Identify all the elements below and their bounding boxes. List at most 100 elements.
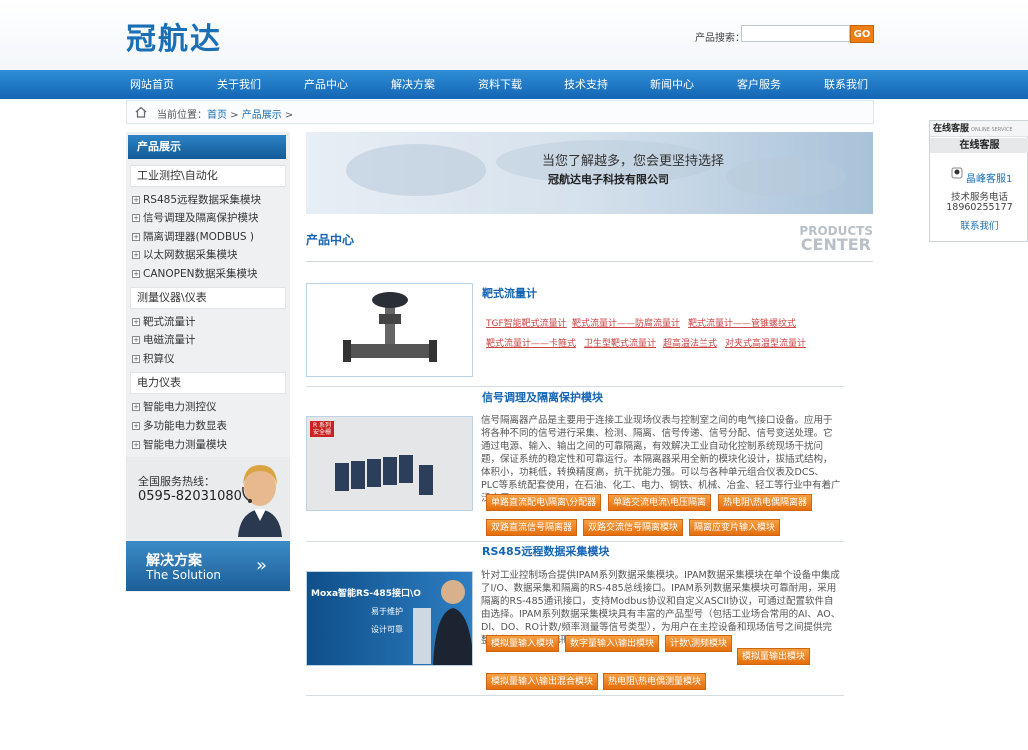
product-tag[interactable]: 数字量输入\输出模块 (565, 635, 660, 652)
service-subheader: 在线客服 (930, 138, 1028, 153)
sidebar-item-label: 以太网数据采集模块 (143, 249, 238, 261)
expand-plus-icon: + (132, 336, 140, 344)
product-tag[interactable]: 双路交流信号隔离模块 (583, 519, 684, 536)
section-title: 产品中心 (306, 233, 355, 247)
product-link[interactable]: 靶式流量计——管锥螺纹式 (688, 316, 796, 329)
product-link[interactable]: 靶式流量计——防腐流量计 (572, 316, 680, 329)
section-title-en: CENTER (800, 235, 871, 254)
sidebar-item[interactable]: + 积算仪 (132, 350, 175, 368)
breadcrumb-text: 当前位置：首页 > 产品展示 > (157, 106, 293, 121)
sidebar-item[interactable]: + CANOPEN数据采集模块 (132, 265, 257, 283)
section-header: 产品中心 PRODUCTS CENTER (306, 222, 873, 262)
product-tag[interactable]: 单路交流电流\电压隔离 (608, 494, 712, 511)
sidebar-category-power[interactable]: 电力仪表 (130, 372, 286, 394)
product-thumbnail[interactable]: Moxa智能RS-485接口\O 易于维护 设计可靠 (306, 571, 473, 666)
service-head-label: 在线客服 (933, 124, 970, 134)
sidebar-item-label: RS485远程数据采集模块 (143, 194, 262, 206)
banner-slogan: 当您了解越多，您会更坚持选择 (542, 154, 725, 169)
product-tag[interactable]: 计数\测频模块 (665, 635, 733, 652)
nav-item-service[interactable]: 客户服务 (719, 70, 799, 99)
sidebar-item[interactable]: + 智能电力测量模块 (132, 436, 227, 454)
service-phone-label: 技术服务电话 (950, 192, 1008, 203)
product-tag[interactable]: 热电阻\热电偶测量模块 (603, 673, 707, 690)
product-divider (306, 386, 844, 387)
sidebar-item-label: 智能电力测控仪 (143, 401, 217, 413)
nav-item-contact[interactable]: 联系我们 (806, 70, 886, 99)
service-head-en: ONLINE SERVICE (971, 127, 1013, 133)
sidebar-item[interactable]: + 多功能电力数显表 (132, 417, 227, 435)
service-agent-link[interactable]: 晶峰客服1 (966, 170, 1012, 185)
product-title[interactable]: 靶式流量计 (482, 285, 537, 301)
breadcrumb-home-link[interactable]: 首页 (207, 110, 227, 121)
product-link[interactable]: 卫生型靶式流量计 (584, 336, 656, 349)
hotline-label: 全国服务热线： (138, 475, 215, 488)
sidebar-category-instruments[interactable]: 测量仪器\仪表 (130, 287, 286, 309)
product-title[interactable]: RS485远程数据采集模块 (482, 543, 609, 559)
product-thumbnail[interactable] (306, 283, 473, 377)
sidebar-category-industrial[interactable]: 工业测控\自动化 (130, 165, 286, 187)
hotline-number: 0595-82031080 (138, 489, 242, 504)
search-go-button[interactable]: GO (850, 25, 874, 43)
expand-plus-icon: + (132, 270, 140, 278)
site-header: 冠航达 产品搜索： GO (0, 0, 1028, 70)
product-tag[interactable]: 模拟量输出模块 (737, 648, 811, 665)
sidebar-title: 产品展示 (128, 135, 286, 159)
product-tag[interactable]: 热电阻\热电偶隔离器 (718, 494, 813, 511)
qq-chat-icon (951, 167, 963, 179)
product-link[interactable]: TGF智能靶式流量计 (486, 316, 567, 329)
breadcrumb: 当前位置：首页 > 产品展示 > (126, 100, 874, 124)
main-nav: 网站首页 关于我们 产品中心 解决方案 资料下载 技术支持 新闻中心 客户服务 … (0, 70, 1028, 99)
product-tag[interactable]: 隔离应变片输入模块 (689, 519, 781, 536)
product-divider (306, 695, 844, 696)
sidebar-item-label: 积算仪 (143, 353, 175, 365)
sidebar-item[interactable]: + 靶式流量计 (132, 313, 196, 331)
online-service-panel: 在线客服 ONLINE SERVICE 在线客服 晶峰客服1 技术服务电话 189… (929, 120, 1028, 242)
nav-item-downloads[interactable]: 资料下载 (460, 70, 540, 99)
service-contact-link[interactable]: 联系我们 (930, 218, 1028, 232)
product-tag[interactable]: 模拟量输入模块 (486, 635, 560, 652)
sidebar-item[interactable]: + 信号调理及隔离保护模块 (132, 209, 259, 227)
product-link[interactable]: 靶式流量计——卡箍式 (486, 336, 576, 349)
sidebar-item[interactable]: + 隔离调理器(MODBUS ) (132, 228, 254, 246)
support-agent-avatar (238, 465, 282, 537)
solution-banner[interactable]: 解决方案 The Solution » (126, 541, 290, 591)
product-tag[interactable]: 模拟量输入\输出混合模块 (486, 673, 599, 690)
thumbnail-caption: 易于维护 (371, 607, 403, 616)
nav-item-support[interactable]: 技术支持 (546, 70, 626, 99)
nav-item-news[interactable]: 新闻中心 (632, 70, 712, 99)
product-title[interactable]: 信号调理及隔离保护模块 (482, 389, 603, 405)
product-thumbnail[interactable]: R 系列 安全栅 (306, 416, 473, 511)
service-hotline: 全国服务热线： 0595-82031080 (126, 457, 290, 539)
solution-subtitle: The Solution (146, 568, 222, 582)
sidebar-item[interactable]: + 智能电力测控仪 (132, 398, 217, 416)
thumbnail-caption: 设计可靠 (371, 625, 403, 634)
product-tag[interactable]: 单路直流配电\隔离\分配器 (486, 494, 602, 511)
service-panel-header: 在线客服 ONLINE SERVICE (930, 121, 1028, 137)
sidebar-item[interactable]: + 电磁流量计 (132, 331, 196, 349)
expand-plus-icon: + (132, 214, 140, 222)
nav-item-solutions[interactable]: 解决方案 (373, 70, 453, 99)
product-link[interactable]: 对夹式高温型流量计 (725, 336, 806, 349)
breadcrumb-separator: > (281, 110, 294, 121)
expand-plus-icon: + (132, 355, 140, 363)
thumbnail-badge: R 系列 安全栅 (312, 422, 332, 436)
expand-plus-icon: + (132, 441, 140, 449)
product-description: 信号隔离器产品是主要用于连接工业现场仪表与控制室之间的电气接口设备。应用于将各种… (481, 415, 841, 504)
nav-item-about[interactable]: 关于我们 (199, 70, 279, 99)
breadcrumb-current-link[interactable]: 产品展示 (242, 110, 282, 121)
sidebar-item-label: 信号调理及隔离保护模块 (143, 212, 259, 224)
site-logo[interactable]: 冠航达 (126, 14, 222, 58)
double-chevron-right-icon: » (256, 555, 268, 576)
search-input[interactable] (741, 25, 850, 42)
product-tag[interactable]: 双路直流信号隔离器 (486, 519, 578, 536)
solution-title: 解决方案 (146, 553, 202, 569)
search-label: 产品搜索： (695, 33, 745, 44)
product-link[interactable]: 超高温法兰式 (663, 336, 717, 349)
expand-plus-icon: + (132, 233, 140, 241)
sidebar-item[interactable]: + RS485远程数据采集模块 (132, 191, 261, 209)
expand-plus-icon: + (132, 422, 140, 430)
nav-item-products[interactable]: 产品中心 (286, 70, 366, 99)
home-icon (135, 106, 147, 118)
nav-item-home[interactable]: 网站首页 (112, 70, 192, 99)
sidebar-item[interactable]: + 以太网数据采集模块 (132, 246, 238, 264)
